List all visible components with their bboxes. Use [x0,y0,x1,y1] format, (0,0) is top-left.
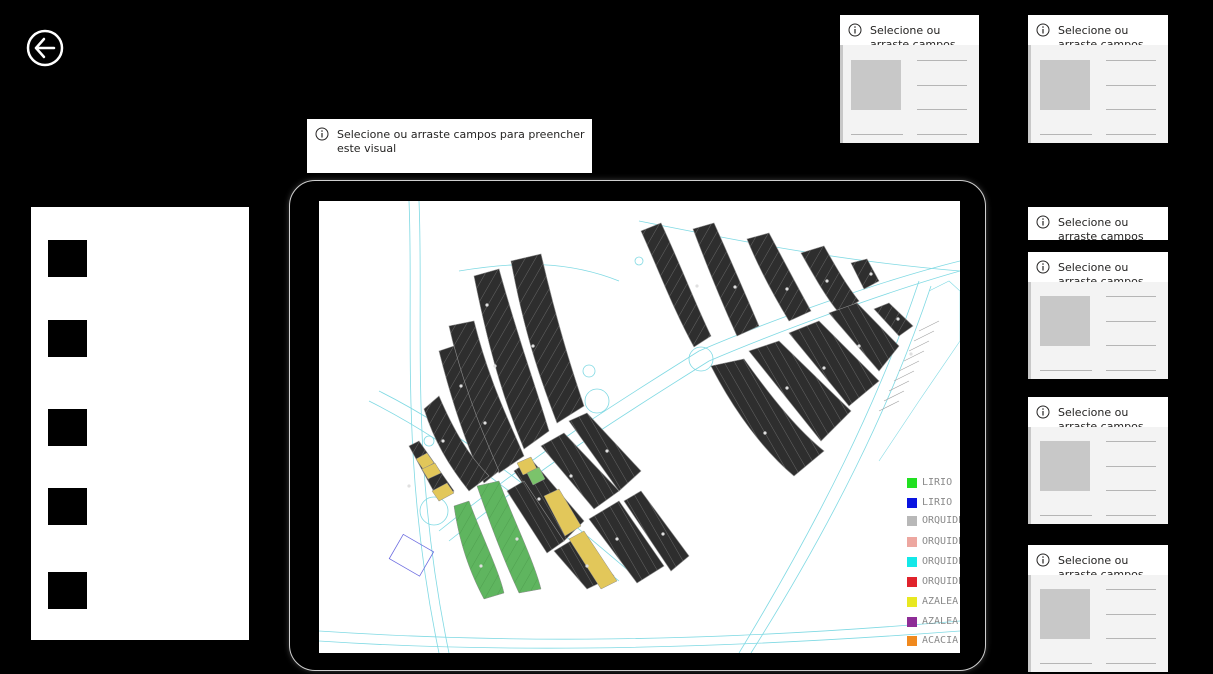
legend-swatch [907,597,917,607]
info-icon [848,23,862,37]
legend-label: ORQUIDEA [922,576,960,587]
legend-label: ORQUIDEA [922,556,960,567]
visual-placeholder [840,45,979,143]
back-button[interactable] [26,29,64,67]
legend-label: ACACIA [922,635,959,646]
legend-item: ORQUIDEA [907,576,960,588]
legend-swatch [907,478,917,488]
visual-placeholder [1028,282,1168,379]
info-icon [1036,553,1050,567]
visual-placeholder [1028,575,1168,672]
legend-swatch [907,557,917,567]
slicer-button-2[interactable] [48,320,87,357]
legend-item: AZALEA [907,616,960,628]
lot-map[interactable]: LIRIO LIRIO ORQUIDEA ORQUIDEA ORQUIDEA O… [319,201,960,653]
legend-label: AZALEA [922,596,959,607]
lot-map-drawing [319,201,960,653]
slicer-button-4[interactable] [48,488,87,525]
info-message: Selecione ou arraste campos para preench… [1058,216,1144,240]
legend-item: ORQUIDEA [907,536,960,548]
legend-label: ORQUIDEA [922,536,960,547]
info-icon [1036,260,1050,274]
legend-label: LIRIO [922,497,953,508]
legend-swatch [907,498,917,508]
empty-visual-card-small[interactable]: Selecione ou arraste campos para preench… [1028,207,1168,240]
arrow-left-circle-icon [26,29,64,67]
empty-card-visual-5[interactable]: Selecione ou arraste campos para preench… [1028,545,1168,672]
info-icon [315,127,329,141]
info-icon [1036,23,1050,37]
slicer-button-1[interactable] [48,240,87,277]
legend-label: LIRIO [922,477,953,488]
legend-swatch [907,537,917,547]
info-icon [1036,215,1050,229]
visual-placeholder [1028,45,1168,143]
legend-item: ORQUIDEA [907,556,960,568]
legend-item: LIRIO [907,477,960,489]
legend-swatch [907,617,917,627]
info-icon [1036,405,1050,419]
legend-swatch [907,636,917,646]
empty-card-visual-3[interactable]: Selecione ou arraste campos para preench… [1028,252,1168,379]
empty-card-visual-1[interactable]: Selecione ou arraste campos para preench… [840,15,979,143]
legend-item: ACACIA [907,635,960,647]
slicer-button-3[interactable] [48,409,87,446]
slicer-button-5[interactable] [48,572,87,609]
legend-item: ORQUIDEA [907,515,960,527]
legend-label: AZALEA [922,616,959,627]
legend-item: LIRIO [907,497,960,509]
info-message: Selecione ou arraste campos para preench… [337,128,585,155]
legend-label: ORQUIDEA [922,515,960,526]
empty-visual-card-wide[interactable]: Selecione ou arraste campos para preench… [307,119,592,173]
visual-placeholder [1028,427,1168,524]
legend-swatch [907,516,917,526]
empty-card-visual-4[interactable]: Selecione ou arraste campos para preench… [1028,397,1168,524]
empty-card-visual-2[interactable]: Selecione ou arraste campos para preench… [1028,15,1168,143]
slicer-panel [31,207,249,640]
legend-swatch [907,577,917,587]
legend-item: AZALEA [907,596,960,608]
